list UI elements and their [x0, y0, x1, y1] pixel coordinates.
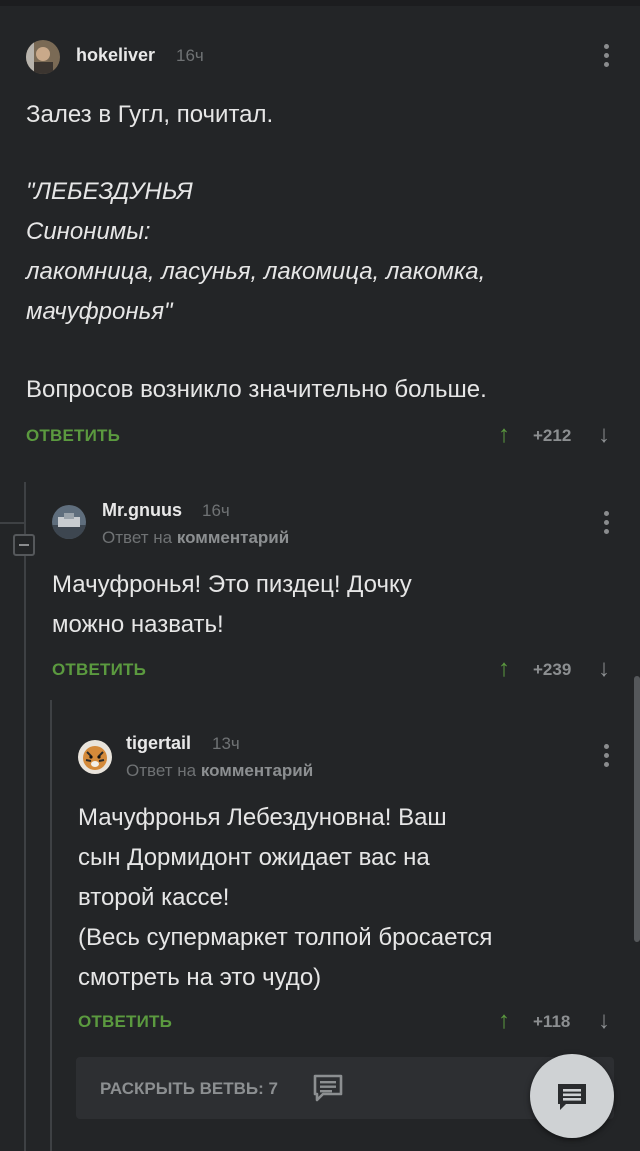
- downvote-icon[interactable]: ↓: [598, 1007, 610, 1035]
- score: +212: [533, 426, 572, 445]
- comment-text: Мачуфронья! Это пиздец! Дочку можно назв…: [52, 571, 412, 638]
- thread-line-connector: [0, 522, 24, 524]
- reply-button[interactable]: ОТВЕТИТЬ: [78, 1012, 172, 1032]
- comment-text: Залез в Гугл, почитал.: [26, 101, 274, 128]
- reply-to-prefix: Ответ на: [126, 761, 197, 780]
- reply-to-link[interactable]: комментарий: [177, 528, 289, 547]
- reply-button[interactable]: ОТВЕТИТЬ: [52, 660, 146, 680]
- more-options-icon[interactable]: [604, 44, 610, 68]
- reply-to: Ответ на комментарий: [126, 761, 313, 781]
- downvote-icon[interactable]: ↓: [598, 421, 610, 449]
- comment-text: Мачуфронья Лебездуновна! Ваш сын Дормидо…: [78, 804, 493, 991]
- timestamp: 16ч: [176, 46, 204, 65]
- reply-to-prefix: Ответ на: [102, 528, 173, 547]
- more-options-icon[interactable]: [604, 511, 610, 535]
- comment-lines-icon: [558, 1084, 586, 1110]
- avatar[interactable]: [52, 505, 86, 539]
- upvote-icon[interactable]: ↑: [498, 655, 510, 683]
- upvote-icon[interactable]: ↑: [498, 421, 510, 449]
- username[interactable]: Mr.gnuus: [102, 500, 182, 521]
- avatar[interactable]: [26, 40, 60, 74]
- timestamp: 16ч: [202, 501, 230, 520]
- comment-quote: "ЛЕБЕЗДУНЬЯ Синонимы: лакомница, ласунья…: [26, 178, 486, 325]
- comment-lines-icon: [312, 1073, 344, 1108]
- collapse-thread-button[interactable]: [13, 534, 35, 556]
- thread-line[interactable]: [50, 700, 52, 1151]
- score: +239: [533, 660, 572, 679]
- top-status-strip: [0, 0, 640, 6]
- upvote-icon[interactable]: ↑: [498, 1007, 510, 1035]
- reply-to-link[interactable]: комментарий: [201, 761, 313, 780]
- expand-branch-label: РАСКРЫТЬ ВЕТВЬ: 7: [100, 1079, 278, 1098]
- more-options-icon[interactable]: [604, 744, 610, 768]
- thread-line[interactable]: [24, 482, 26, 1151]
- avatar[interactable]: [78, 740, 112, 774]
- reply-to: Ответ на комментарий: [102, 528, 289, 548]
- comments-fab-button[interactable]: [530, 1054, 614, 1138]
- username[interactable]: tigertail: [126, 733, 191, 754]
- score: +118: [533, 1012, 571, 1031]
- timestamp: 13ч: [212, 734, 240, 753]
- reply-button[interactable]: ОТВЕТИТЬ: [26, 426, 120, 446]
- username[interactable]: hokeliver: [76, 45, 155, 66]
- downvote-icon[interactable]: ↓: [598, 655, 610, 683]
- comment-text: Вопросов возникло значительно больше.: [26, 376, 487, 403]
- scrollbar[interactable]: [634, 676, 640, 942]
